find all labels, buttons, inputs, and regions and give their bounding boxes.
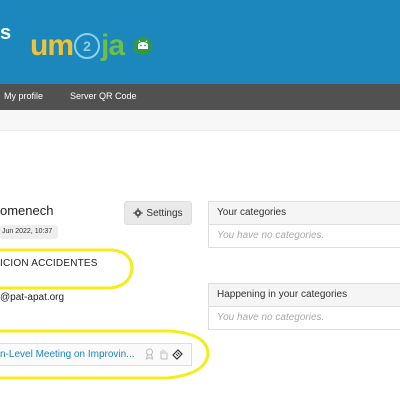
header-title-fragment: s	[0, 22, 12, 44]
highlight-ellipse-org	[0, 248, 134, 290]
profile-email: @pat-apat.org	[0, 292, 65, 303]
umoja-logo[interactable]: um 2 ja	[30, 26, 154, 66]
profile-date-badge: Jun 2022, 10:37	[0, 225, 59, 239]
logo-text-left: um	[30, 29, 74, 62]
page-subheader	[0, 110, 400, 131]
logo-circle-number: 2	[74, 33, 100, 59]
panel-empty-message: You have no categories.	[217, 230, 325, 241]
ticket-icon[interactable]	[172, 348, 183, 360]
award-icon[interactable]	[144, 348, 155, 360]
event-link[interactable]: n-Level Meeting on Improvin...	[0, 349, 140, 360]
event-icons	[144, 348, 183, 360]
profile-name: omenech	[0, 203, 54, 218]
your-categories-panel: Your categories You have no categories.	[208, 201, 400, 248]
gear-icon	[133, 208, 144, 218]
event-list-item: n-Level Meeting on Improvin...	[0, 343, 192, 366]
settings-button[interactable]: Settings	[124, 201, 192, 225]
android-badge-icon	[134, 36, 153, 56]
panel-empty-message: You have no categories.	[217, 312, 325, 323]
nav-server-qr-code[interactable]: Server QR Code	[70, 91, 137, 101]
settings-label: Settings	[146, 207, 183, 219]
panel-title: Your categories	[209, 202, 400, 225]
main-nav: My profile Server QR Code	[0, 84, 400, 110]
app-header: s um 2 ja	[0, 0, 400, 84]
happening-categories-panel: Happening in your categories You have no…	[208, 283, 400, 330]
nav-my-profile[interactable]: My profile	[4, 91, 43, 101]
profile-organization: ICION ACCIDENTES	[0, 258, 98, 269]
hand-icon[interactable]	[158, 348, 169, 360]
logo-text-right: ja	[101, 29, 125, 62]
panel-title: Happening in your categories	[209, 284, 400, 307]
